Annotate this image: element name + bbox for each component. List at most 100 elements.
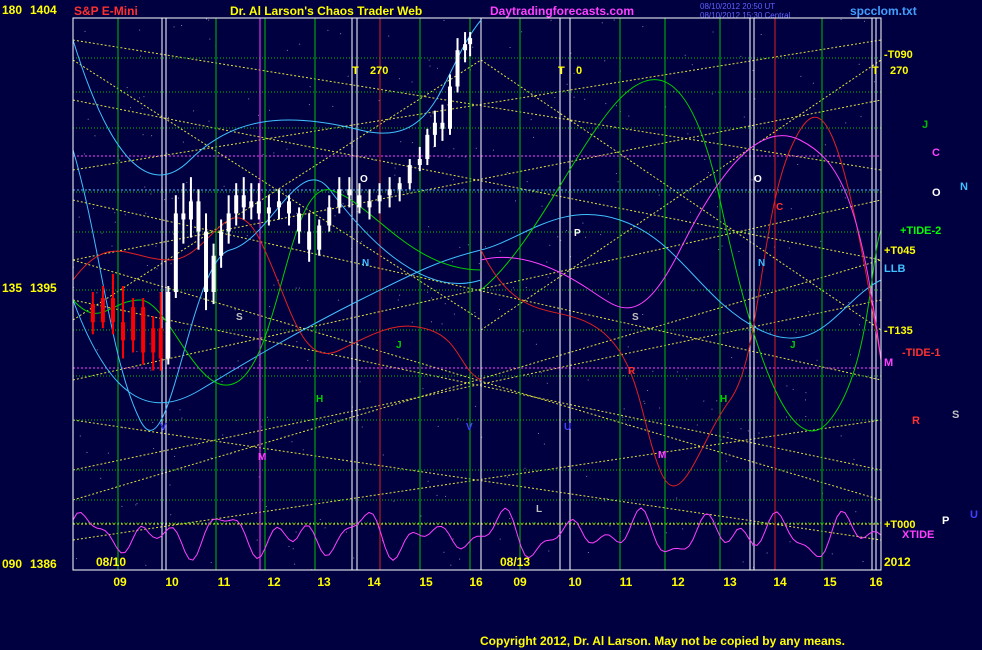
star bbox=[795, 331, 797, 333]
planet-letter: M bbox=[658, 450, 666, 461]
star bbox=[758, 432, 760, 434]
star bbox=[269, 109, 270, 111]
planet-letter: J bbox=[790, 340, 796, 351]
star bbox=[107, 452, 109, 454]
star bbox=[83, 153, 85, 155]
star bbox=[786, 416, 787, 418]
star bbox=[573, 96, 575, 98]
star bbox=[463, 188, 465, 190]
star bbox=[429, 65, 431, 67]
xtide-line bbox=[72, 507, 882, 561]
star bbox=[659, 407, 661, 409]
price-bar-body bbox=[219, 231, 224, 256]
star bbox=[441, 323, 443, 325]
star bbox=[444, 303, 446, 305]
star bbox=[149, 343, 151, 345]
star bbox=[844, 197, 846, 199]
star bbox=[727, 432, 729, 434]
flow-curves bbox=[72, 19, 882, 487]
star bbox=[566, 83, 568, 85]
star bbox=[769, 332, 771, 334]
price-bar bbox=[121, 285, 126, 359]
star bbox=[708, 172, 709, 173]
star bbox=[436, 494, 438, 496]
star bbox=[860, 116, 862, 118]
star bbox=[790, 208, 792, 210]
star bbox=[179, 409, 181, 411]
star bbox=[805, 416, 807, 417]
star bbox=[467, 244, 469, 246]
price-bar bbox=[447, 74, 452, 135]
planet-letter: M bbox=[258, 452, 266, 463]
price-bar bbox=[188, 177, 193, 238]
star bbox=[223, 185, 225, 187]
star bbox=[623, 375, 625, 377]
price-bar-body bbox=[188, 201, 193, 220]
star bbox=[840, 185, 841, 187]
star bbox=[114, 221, 116, 223]
star bbox=[436, 67, 438, 69]
right-label: P bbox=[942, 515, 949, 527]
star bbox=[601, 22, 603, 24]
planet-letter: U bbox=[564, 422, 571, 433]
x-tick-label: 13 bbox=[317, 575, 331, 589]
star bbox=[146, 265, 148, 266]
star bbox=[334, 215, 336, 217]
star bbox=[427, 480, 429, 482]
star bbox=[853, 458, 855, 460]
star bbox=[600, 234, 602, 236]
star bbox=[174, 455, 176, 457]
star bbox=[805, 399, 806, 401]
star bbox=[765, 296, 767, 298]
planet-letter: L bbox=[536, 504, 542, 515]
y-axis-angle: 180 bbox=[2, 3, 22, 17]
star bbox=[445, 495, 446, 497]
star bbox=[840, 435, 842, 437]
star bbox=[509, 47, 511, 48]
star bbox=[704, 159, 706, 160]
star bbox=[538, 433, 539, 434]
star bbox=[296, 341, 298, 343]
price-bar bbox=[357, 183, 362, 214]
right-label: LLB bbox=[884, 263, 905, 275]
x-tick-label: 15 bbox=[419, 575, 433, 589]
price-bar bbox=[141, 298, 146, 365]
star bbox=[684, 54, 686, 56]
star bbox=[295, 287, 297, 289]
star bbox=[874, 81, 875, 83]
price-bar-body bbox=[234, 195, 239, 214]
price-bar-body bbox=[110, 298, 115, 323]
star bbox=[295, 531, 297, 533]
right-label: M bbox=[884, 357, 893, 369]
price-bar bbox=[196, 189, 201, 250]
star bbox=[170, 514, 172, 516]
price-bar-body bbox=[211, 255, 216, 292]
star bbox=[858, 63, 860, 65]
right-label: S bbox=[952, 409, 959, 421]
star bbox=[261, 426, 263, 428]
price-bar-body bbox=[463, 44, 468, 51]
star bbox=[533, 522, 535, 524]
x-tick-label: 12 bbox=[671, 575, 685, 589]
star bbox=[222, 434, 224, 436]
star bbox=[623, 408, 625, 410]
price-bar bbox=[241, 177, 246, 220]
transit-angle: 0 bbox=[576, 65, 582, 77]
star bbox=[786, 385, 788, 387]
star bbox=[141, 108, 143, 109]
star bbox=[766, 552, 768, 554]
star bbox=[394, 174, 396, 176]
flow-curve bbox=[480, 135, 882, 361]
right-label: +TIDE-2 bbox=[900, 225, 941, 237]
star bbox=[452, 179, 454, 181]
star bbox=[267, 318, 269, 319]
x-tick-label: 10 bbox=[165, 575, 179, 589]
transit-angle: 270 bbox=[890, 65, 908, 77]
star bbox=[627, 425, 629, 426]
star bbox=[840, 19, 842, 20]
star bbox=[147, 291, 149, 293]
star bbox=[150, 193, 152, 195]
star bbox=[265, 506, 267, 507]
star bbox=[327, 29, 329, 31]
star bbox=[813, 211, 815, 213]
